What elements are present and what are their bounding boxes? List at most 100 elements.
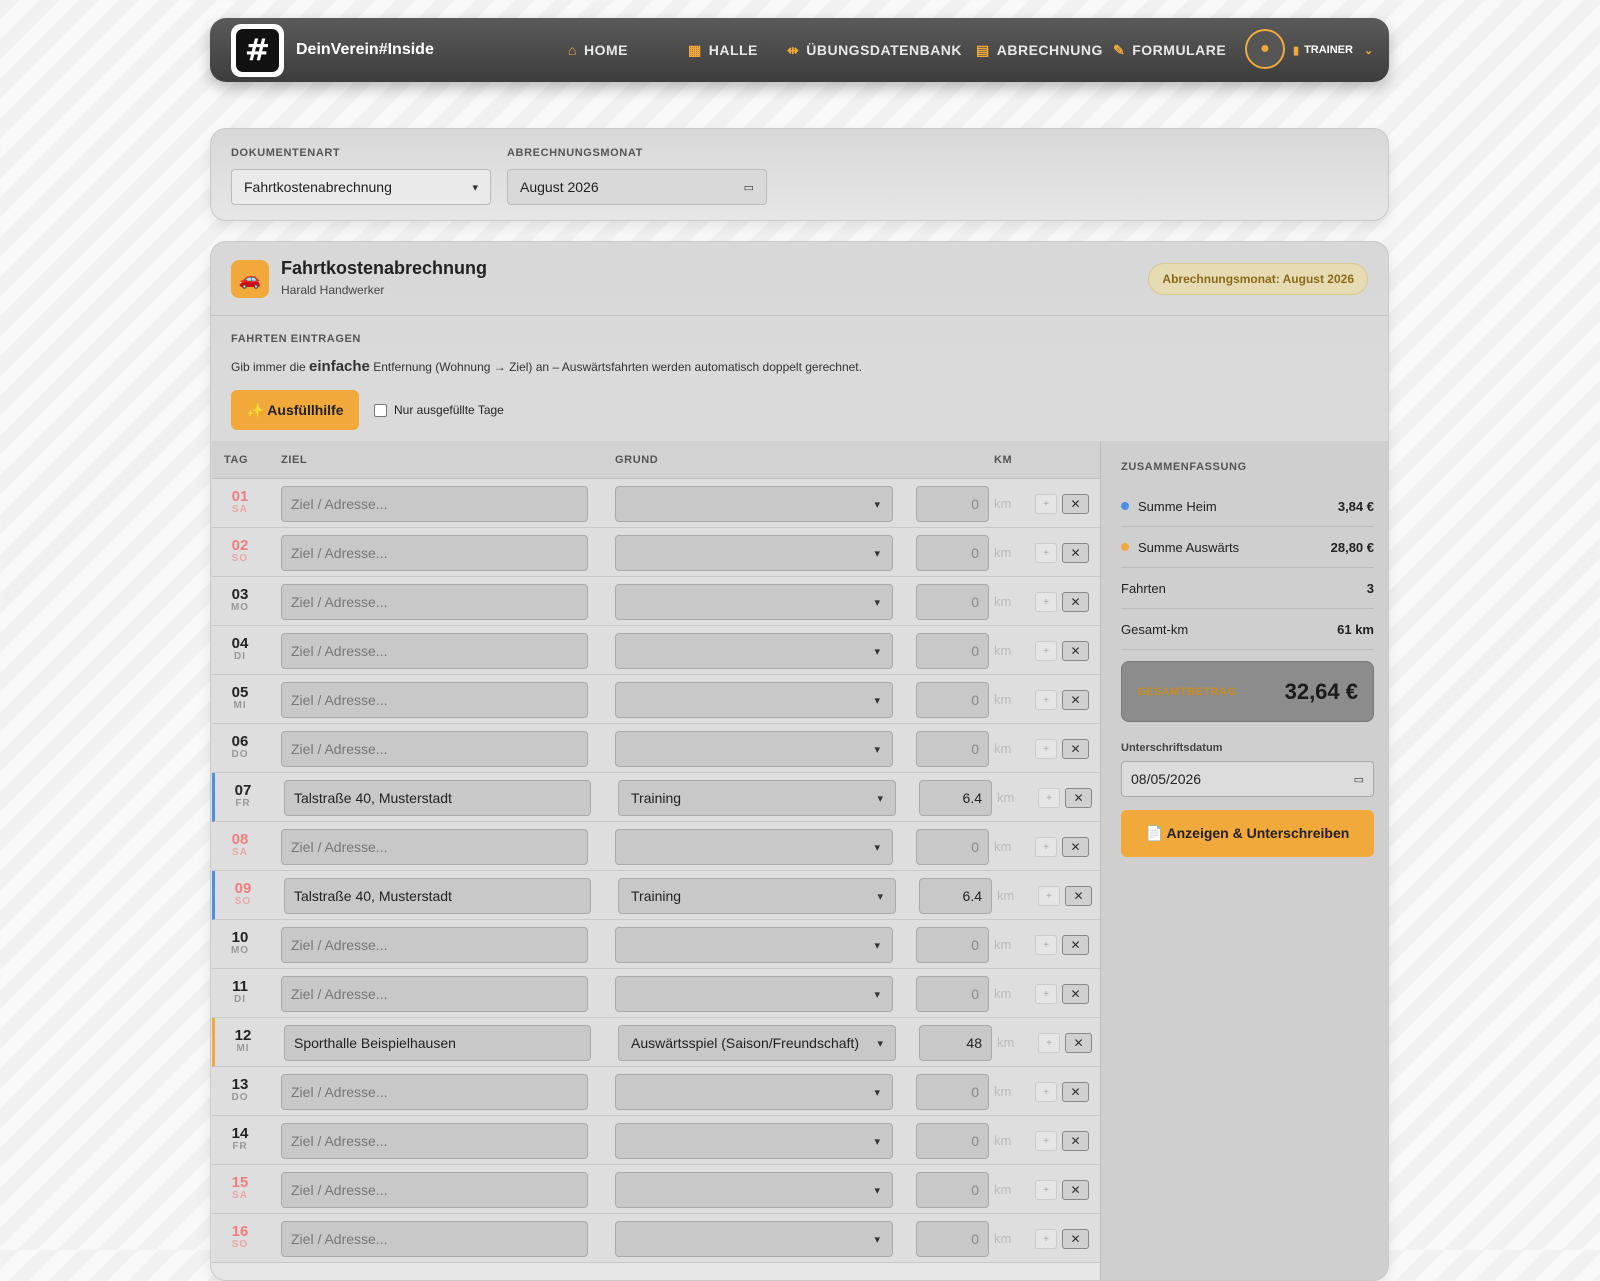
km-input[interactable]: 0 xyxy=(916,584,989,620)
ziel-input[interactable]: Ziel / Adresse... xyxy=(281,486,588,522)
role-dropdown[interactable]: ▮ TRAINER ⌄ xyxy=(1293,18,1373,82)
add-row-button[interactable]: + xyxy=(1035,641,1057,661)
ziel-input[interactable]: Talstraße 40, Musterstadt xyxy=(284,878,591,914)
signature-date-input[interactable]: 08/05/2026 ▭ xyxy=(1121,761,1374,797)
km-input[interactable]: 0 xyxy=(916,1172,989,1208)
km-input[interactable]: 0 xyxy=(916,927,989,963)
grund-select[interactable]: ▾ xyxy=(615,682,893,718)
km-input[interactable]: 0 xyxy=(916,976,989,1012)
clear-row-button[interactable]: ✕ xyxy=(1062,690,1089,710)
add-row-button[interactable]: + xyxy=(1035,690,1057,710)
grund-select[interactable]: ▾ xyxy=(615,1172,893,1208)
grund-select[interactable]: ▾ xyxy=(615,1221,893,1257)
nav-abrechnung[interactable]: ▤ ABRECHNUNG xyxy=(976,18,1103,82)
grund-select[interactable]: ▾ xyxy=(615,927,893,963)
clear-row-button[interactable]: ✕ xyxy=(1062,1229,1089,1249)
clear-row-button[interactable]: ✕ xyxy=(1065,886,1092,906)
monat-picker[interactable]: August 2026 ▭ xyxy=(507,169,767,205)
clear-row-button[interactable]: ✕ xyxy=(1062,592,1089,612)
nav-halle[interactable]: ▦ HALLE xyxy=(688,18,758,82)
km-input[interactable]: 6.4 xyxy=(919,878,992,914)
dokumentenart-select[interactable]: Fahrtkostenabrechnung ▾ xyxy=(231,169,491,205)
add-row-button[interactable]: + xyxy=(1035,543,1057,563)
add-row-button[interactable]: + xyxy=(1035,592,1057,612)
grund-select[interactable]: ▾ xyxy=(615,731,893,767)
only-filled-checkbox[interactable] xyxy=(374,404,387,417)
ziel-input[interactable]: Ziel / Adresse... xyxy=(281,976,588,1012)
km-input[interactable]: 0 xyxy=(916,731,989,767)
km-input[interactable]: 0 xyxy=(916,829,989,865)
clear-row-button[interactable]: ✕ xyxy=(1062,1131,1089,1151)
grund-select[interactable]: ▾ xyxy=(615,535,893,571)
clear-row-button[interactable]: ✕ xyxy=(1062,837,1089,857)
date-value: 08/05/2026 xyxy=(1131,771,1202,787)
ziel-input[interactable]: Ziel / Adresse... xyxy=(281,1123,588,1159)
clear-row-button[interactable]: ✕ xyxy=(1065,1033,1092,1053)
km-input[interactable]: 0 xyxy=(916,633,989,669)
add-row-button[interactable]: + xyxy=(1035,1229,1057,1249)
clear-row-button[interactable]: ✕ xyxy=(1062,641,1089,661)
chevron-down-icon: ▾ xyxy=(877,890,883,903)
add-row-button[interactable]: + xyxy=(1035,1180,1057,1200)
km-input[interactable]: 48 xyxy=(919,1025,992,1061)
add-row-button[interactable]: + xyxy=(1038,788,1060,808)
ziel-input[interactable]: Ziel / Adresse... xyxy=(281,1172,588,1208)
km-input[interactable]: 6.4 xyxy=(919,780,992,816)
add-row-button[interactable]: + xyxy=(1035,739,1057,759)
grund-select[interactable]: ▾ xyxy=(615,633,893,669)
user-avatar[interactable]: ● xyxy=(1245,29,1285,69)
ziel-input[interactable]: Ziel / Adresse... xyxy=(281,682,588,718)
app-logo[interactable]: # xyxy=(231,23,284,77)
add-row-button[interactable]: + xyxy=(1035,1131,1057,1151)
nav-home[interactable]: ⌂ HOME xyxy=(568,18,628,82)
km-input[interactable]: 0 xyxy=(916,535,989,571)
add-row-button[interactable]: + xyxy=(1035,837,1057,857)
ziel-input[interactable]: Ziel / Adresse... xyxy=(281,1074,588,1110)
clear-row-button[interactable]: ✕ xyxy=(1065,788,1092,808)
ziel-input[interactable]: Talstraße 40, Musterstadt xyxy=(284,780,591,816)
clear-row-button[interactable]: ✕ xyxy=(1062,1180,1089,1200)
grund-select[interactable]: ▾ xyxy=(615,1074,893,1110)
clear-row-button[interactable]: ✕ xyxy=(1062,494,1089,514)
add-row-button[interactable]: + xyxy=(1035,935,1057,955)
ausfuellhilfe-button[interactable]: ✨ Ausfüllhilfe xyxy=(231,390,359,430)
chevron-down-icon: ▾ xyxy=(874,547,880,560)
ziel-input[interactable]: Ziel / Adresse... xyxy=(281,829,588,865)
km-input[interactable]: 0 xyxy=(916,486,989,522)
km-input[interactable]: 0 xyxy=(916,1074,989,1110)
add-row-button[interactable]: + xyxy=(1035,984,1057,1004)
nav-uebungsdatenbank[interactable]: ⇹ ÜBUNGSDATENBANK xyxy=(787,18,962,82)
ziel-input[interactable]: Ziel / Adresse... xyxy=(281,731,588,767)
grund-select[interactable]: Training ▾ xyxy=(618,878,896,914)
clear-row-button[interactable]: ✕ xyxy=(1062,739,1089,759)
ziel-input[interactable]: Ziel / Adresse... xyxy=(281,927,588,963)
grund-select[interactable]: ▾ xyxy=(615,584,893,620)
ziel-input[interactable]: Ziel / Adresse... xyxy=(281,584,588,620)
show-sign-button[interactable]: 📄 Anzeigen & Unterschreiben xyxy=(1121,810,1374,857)
add-row-button[interactable]: + xyxy=(1038,1033,1060,1053)
grund-select[interactable]: ▾ xyxy=(615,976,893,1012)
km-input[interactable]: 0 xyxy=(916,1221,989,1257)
ziel-input[interactable]: Ziel / Adresse... xyxy=(281,535,588,571)
add-row-button[interactable]: + xyxy=(1038,886,1060,906)
ziel-input[interactable]: Sporthalle Beispielhausen xyxy=(284,1025,591,1061)
grund-select[interactable]: ▾ xyxy=(615,486,893,522)
add-row-button[interactable]: + xyxy=(1035,1082,1057,1102)
clear-row-button[interactable]: ✕ xyxy=(1062,543,1089,563)
clear-row-button[interactable]: ✕ xyxy=(1062,935,1089,955)
chevron-down-icon: ▾ xyxy=(874,1184,880,1197)
grund-select[interactable]: ▾ xyxy=(615,829,893,865)
ziel-input[interactable]: Ziel / Adresse... xyxy=(281,633,588,669)
car-icon: 🚗 xyxy=(231,260,269,298)
add-row-button[interactable]: + xyxy=(1035,494,1057,514)
grund-select[interactable]: Training ▾ xyxy=(618,780,896,816)
clear-row-button[interactable]: ✕ xyxy=(1062,984,1089,1004)
km-input[interactable]: 0 xyxy=(916,1123,989,1159)
nav-formulare[interactable]: ✎ FORMULARE xyxy=(1113,18,1226,82)
ziel-input[interactable]: Ziel / Adresse... xyxy=(281,1221,588,1257)
km-input[interactable]: 0 xyxy=(916,682,989,718)
grund-select[interactable]: ▾ xyxy=(615,1123,893,1159)
km-unit: km xyxy=(994,1133,1012,1148)
grund-select[interactable]: Auswärtsspiel (Saison/Freundschaft) ▾ xyxy=(618,1025,896,1061)
clear-row-button[interactable]: ✕ xyxy=(1062,1082,1089,1102)
